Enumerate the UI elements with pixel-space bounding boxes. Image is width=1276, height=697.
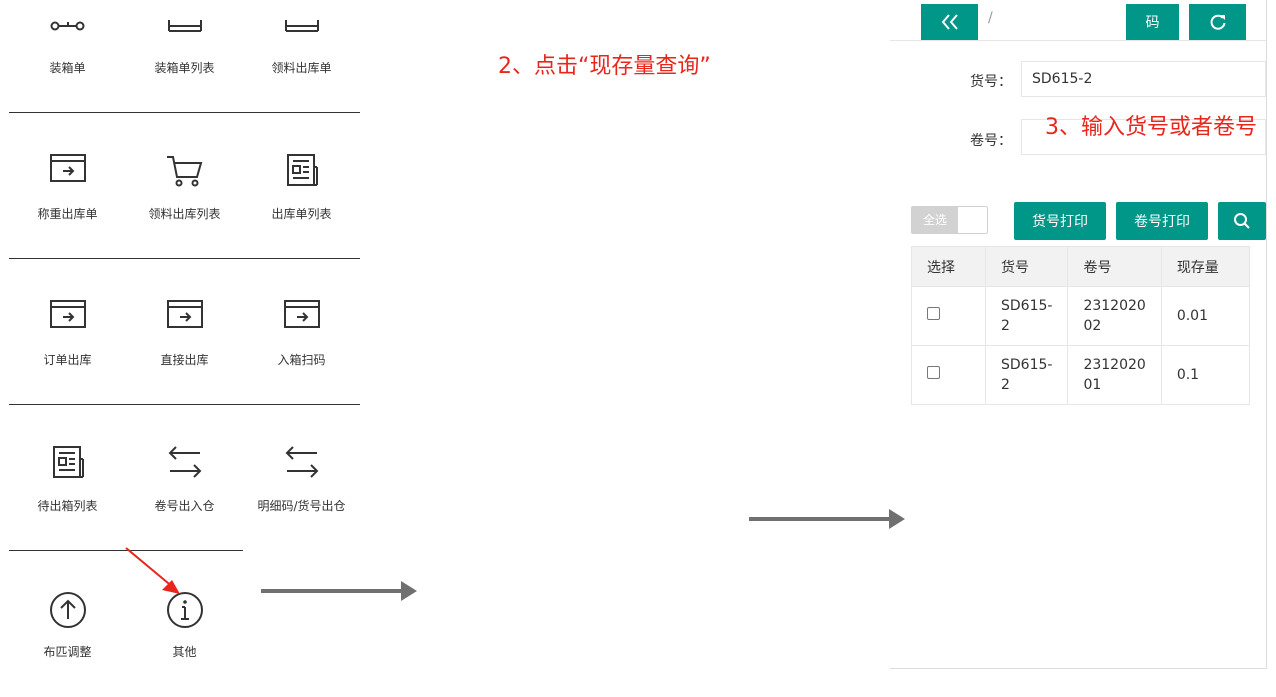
menu-tile-3-1[interactable]: 卷号出入仓 xyxy=(126,405,243,551)
menu-tile-label: 卷号出入仓 xyxy=(154,499,215,513)
select-cell xyxy=(911,345,986,405)
step3-annotation: 3、输入货号或者卷号 xyxy=(1045,115,1257,140)
double-chevron-left-icon xyxy=(941,14,958,30)
stock-query-panel: / 码 货号： SD615-2 卷号： 3、输入货号或者卷号 全选 货号打印 卷… xyxy=(890,0,1267,669)
table-row: SD615- 2 2312020 01 0.1 xyxy=(911,345,1250,405)
flow-arrow-1 xyxy=(261,581,417,601)
table-row: SD615- 2 2312020 02 0.01 xyxy=(911,286,1250,346)
menu-tile-label: 订单出库 xyxy=(43,353,92,367)
menu-tile-label: 装箱单列表 xyxy=(154,61,215,75)
menu-tile-label: 领料出库单 xyxy=(271,61,332,75)
menu-tile-label: 布匹调整 xyxy=(43,645,92,659)
code-button[interactable]: 码 xyxy=(1126,4,1179,40)
search-button[interactable] xyxy=(1218,202,1266,240)
step2-annotation: 2、点击“现存量查询” xyxy=(498,54,711,79)
cell-item-no: SD615- 2 xyxy=(984,286,1069,346)
exit-window-icon xyxy=(243,299,360,329)
print-roll-button[interactable]: 卷号打印 xyxy=(1116,202,1208,240)
select-all-switch[interactable]: 全选 xyxy=(911,206,988,234)
top-bar: / 码 xyxy=(890,0,1266,41)
key-link-icon xyxy=(9,18,126,32)
menu-tile-0-1[interactable]: 装箱单列表 xyxy=(126,0,243,112)
menu-tile-label: 装箱单 xyxy=(49,61,86,75)
roll-no-label: 卷号： xyxy=(970,133,1012,149)
menu-tile-4-0[interactable]: 布匹调整 xyxy=(9,551,126,697)
refresh-icon xyxy=(1210,14,1225,30)
arrow-up-circle-icon xyxy=(9,591,126,629)
menu-tile-0-0[interactable]: 装箱单 xyxy=(9,0,126,112)
exit-window-icon xyxy=(126,299,243,329)
menu-tile-label: 领料出库列表 xyxy=(148,207,221,221)
exit-window-icon xyxy=(9,299,126,329)
refresh-button[interactable] xyxy=(1189,4,1246,40)
menu-tile-1-0[interactable]: 称重出库单 xyxy=(9,113,126,259)
window-icon xyxy=(243,18,360,32)
print-item-button[interactable]: 货号打印 xyxy=(1014,202,1106,240)
select-cell xyxy=(911,286,986,346)
flow-arrow-2 xyxy=(749,509,905,529)
menu-tile-0-2[interactable]: 领料出库单 xyxy=(243,0,360,112)
exit-window-icon xyxy=(9,153,126,183)
menu-tile-3-2[interactable]: 明细码/货号出仓 xyxy=(243,405,360,551)
pointer-arrow-icon xyxy=(125,547,180,594)
cell-stock: 0.1 xyxy=(1160,345,1250,405)
menu-tile-1-2[interactable]: 出库单列表 xyxy=(243,113,360,259)
select-all-label: 全选 xyxy=(912,207,958,233)
menu-tile-1-1[interactable]: 领料出库列表 xyxy=(126,113,243,259)
menu-tile-label: 明细码/货号出仓 xyxy=(257,499,346,513)
menu-tile-2-1[interactable]: 直接出库 xyxy=(126,259,243,405)
cart-icon xyxy=(126,153,243,189)
item-no-label: 货号： xyxy=(970,74,1012,90)
cell-roll-no: 2312020 01 xyxy=(1067,345,1162,405)
window-icon xyxy=(126,18,243,32)
menu-tile-label: 待出箱列表 xyxy=(37,499,98,513)
header-roll-no: 卷号 xyxy=(1067,246,1162,287)
item-no-input[interactable]: SD615-2 xyxy=(1021,61,1266,97)
menu-tile-3-0[interactable]: 待出箱列表 xyxy=(9,405,126,551)
header-item-no: 货号 xyxy=(984,246,1069,287)
cell-stock: 0.01 xyxy=(1160,286,1250,346)
menu-tile-label: 称重出库单 xyxy=(37,207,98,221)
cell-item-no: SD615- 2 xyxy=(984,345,1069,405)
header-select: 选择 xyxy=(911,246,986,287)
menu-tile-2-0[interactable]: 订单出库 xyxy=(9,259,126,405)
breadcrumb-separator: / xyxy=(988,10,993,26)
search-icon xyxy=(1234,213,1250,229)
back-button[interactable] xyxy=(921,4,978,40)
menu-tile-label: 入箱扫码 xyxy=(277,353,326,367)
cell-roll-no: 2312020 02 xyxy=(1067,286,1162,346)
row-checkbox[interactable] xyxy=(927,307,940,320)
menu-tile-label: 其他 xyxy=(172,645,197,659)
menu-tile-2-2[interactable]: 入箱扫码 xyxy=(243,259,360,405)
stock-table: 选择 货号 卷号 现存量 SD615- 2 2312020 02 0.01 SD615… xyxy=(911,246,1250,405)
newspaper-icon xyxy=(9,445,126,479)
menu-tile-label: 出库单列表 xyxy=(271,207,332,221)
header-stock: 现存量 xyxy=(1160,246,1250,287)
row-checkbox[interactable] xyxy=(927,366,940,379)
menu-tile-label: 直接出库 xyxy=(160,353,209,367)
newspaper-icon xyxy=(243,153,360,187)
transfer-icon xyxy=(243,445,360,479)
transfer-icon xyxy=(126,445,243,479)
